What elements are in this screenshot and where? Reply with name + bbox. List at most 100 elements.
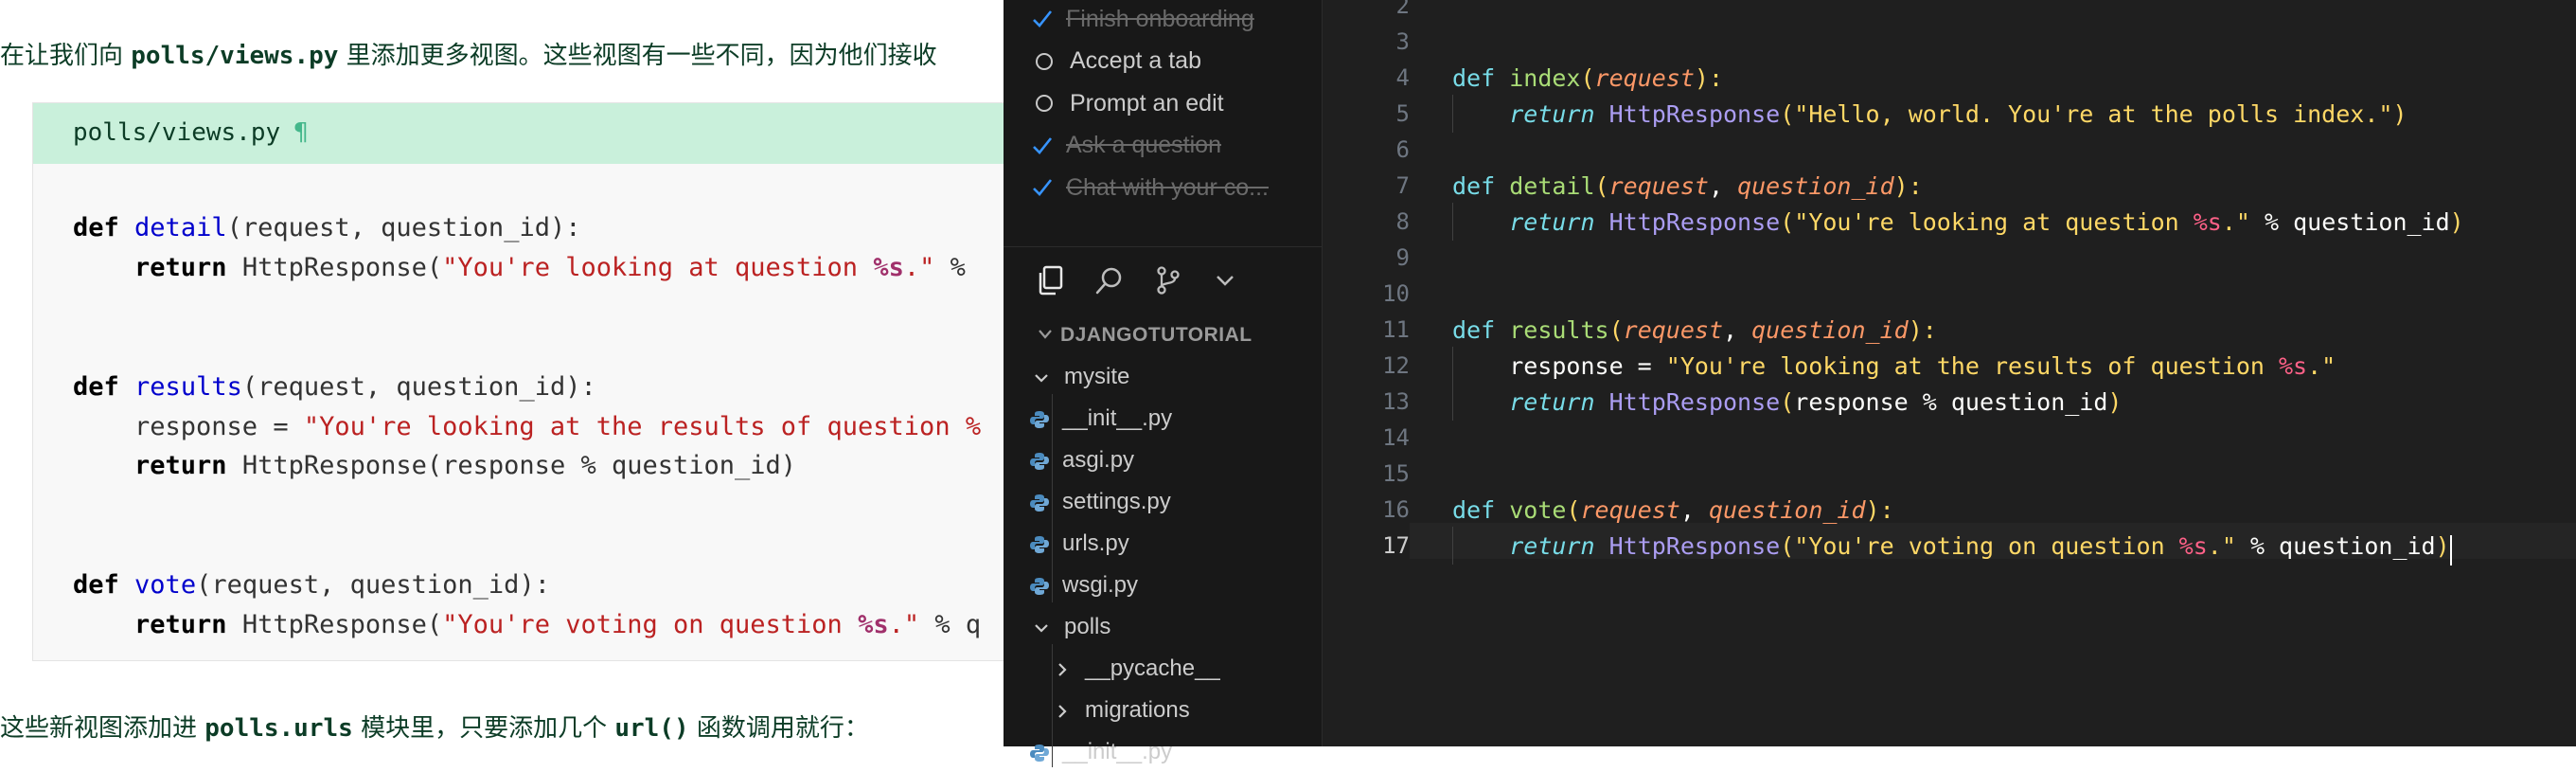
- editor-code-line: def vote(request, question_id):: [1452, 496, 1894, 524]
- editor-code-line: return HttpResponse("Hello, world. You'r…: [1509, 100, 2407, 128]
- task-label: Finish onboarding: [1066, 5, 1254, 32]
- folder-item[interactable]: mysite: [1032, 357, 1129, 397]
- tree-item-label: __pycache__: [1085, 655, 1220, 681]
- tree-indent-guide: [1052, 644, 1053, 767]
- file-item[interactable]: urls.py: [1030, 524, 1129, 564]
- doc-code-line: def detail(request, question_id):: [73, 213, 581, 242]
- task-label: Accept a tab: [1070, 47, 1201, 74]
- line-number: 5: [1395, 100, 1410, 127]
- sidebar: Finish onboarding Accept a tab Prompt an e…: [1004, 0, 1323, 767]
- tree-item-label: settings.py: [1062, 489, 1171, 514]
- editor-code-line: return HttpResponse("You're voting on qu…: [1509, 532, 2450, 560]
- python-file-icon: [1030, 451, 1049, 470]
- code-block: polls/views.py ¶ def detail(request, ques…: [32, 102, 1004, 661]
- circle-icon: [1036, 95, 1053, 112]
- tree-item-label: mysite: [1064, 364, 1130, 389]
- permalink-pilcrow[interactable]: ¶: [293, 118, 309, 147]
- doc-code-line: def vote(request, question_id):: [73, 570, 550, 601]
- chevron-down-icon: [1032, 618, 1051, 637]
- editor-code-line: return HttpResponse(response % question_…: [1509, 388, 2123, 416]
- tree-item-label: __init__.py: [1062, 739, 1173, 764]
- line-number: 13: [1382, 388, 1410, 415]
- python-file-icon: [1030, 409, 1049, 428]
- task-label: Chat with your co...: [1066, 173, 1269, 201]
- explorer-section-header[interactable]: DJANGOTUTORIAL: [1038, 324, 1252, 347]
- indent-guide: [1452, 527, 1453, 565]
- editor-code-line: def detail(request, question_id):: [1452, 172, 1923, 200]
- chevron-down-icon: [1032, 368, 1051, 386]
- tree-item-label: urls.py: [1062, 530, 1129, 556]
- indent-guide: [1452, 95, 1453, 133]
- line-number: 15: [1382, 460, 1410, 487]
- doc-code-line: return HttpResponse("You're voting on qu…: [134, 610, 982, 639]
- checkmark-icon: [1032, 135, 1053, 156]
- task-label: Ask a question: [1066, 132, 1221, 158]
- python-file-icon: [1030, 493, 1049, 512]
- tree-item-label: __init__.py: [1062, 405, 1173, 431]
- line-number: 4: [1395, 64, 1410, 91]
- task-label: Prompt an edit: [1070, 89, 1224, 117]
- tree-item-label: wsgi.py: [1062, 572, 1139, 598]
- doc-intro-paragraph: 在让我们向 polls/views.py 里添加更多视图。这些视图有一些不同，因…: [0, 42, 937, 70]
- onboarding-task[interactable]: Ask a question: [1032, 129, 1221, 163]
- folder-item[interactable]: migrations: [1053, 691, 1190, 730]
- indent-guide: [1452, 347, 1453, 421]
- file-item[interactable]: wsgi.py: [1030, 566, 1138, 605]
- checkmark-icon: [1032, 9, 1053, 29]
- onboarding-task[interactable]: Chat with your co...: [1032, 171, 1269, 205]
- line-number: 17: [1382, 532, 1410, 559]
- code-block-header: polls/views.py ¶: [33, 103, 1004, 164]
- line-number: 2: [1395, 0, 1410, 19]
- text-cursor: [2449, 535, 2452, 566]
- indent-guide: [1452, 203, 1453, 241]
- file-item[interactable]: asgi.py: [1030, 440, 1134, 480]
- sidebar-divider: [1004, 246, 1322, 247]
- doc-code-line: return HttpResponse("You're looking at q…: [134, 252, 982, 282]
- inline-code-url: url(): [614, 714, 689, 743]
- line-number: 10: [1382, 280, 1410, 307]
- chevron-right-icon: [1053, 701, 1072, 720]
- tree-item-label: migrations: [1085, 697, 1190, 723]
- folder-item[interactable]: __pycache__: [1053, 649, 1220, 689]
- line-number: 8: [1395, 208, 1410, 235]
- tree-indent-guide: [1052, 394, 1053, 602]
- inline-code-views: polls/views.py: [131, 42, 339, 70]
- doc-code-line: response = "You're looking at the result…: [73, 411, 982, 441]
- explorer-icon[interactable]: [1032, 261, 1070, 299]
- editor-code-line: return HttpResponse("You're looking at q…: [1509, 208, 2464, 236]
- chevron-down-icon[interactable]: [1206, 261, 1244, 299]
- line-number: 12: [1382, 352, 1410, 379]
- source-control-icon[interactable]: [1149, 261, 1187, 299]
- line-number: 3: [1395, 28, 1410, 55]
- python-file-icon: [1030, 743, 1049, 762]
- line-number: 11: [1382, 316, 1410, 343]
- onboarding-task[interactable]: Accept a tab: [1032, 45, 1201, 79]
- editor-code-line: def index(request):: [1452, 64, 1724, 92]
- onboarding-task[interactable]: Finish onboarding: [1032, 2, 1254, 36]
- ide-window: Finish onboarding Accept a tab Prompt an e…: [1004, 0, 2576, 767]
- search-icon[interactable]: [1091, 261, 1128, 299]
- tree-item-label: polls: [1064, 614, 1111, 639]
- chevron-down-icon: [1038, 324, 1053, 347]
- line-number: 7: [1395, 172, 1410, 199]
- doc-outro-paragraph: 这些新视图添加进 polls.urls 模块里，只要添加几个 url() 函数调…: [0, 714, 869, 743]
- editor-code-line: def results(request, question_id):: [1452, 316, 1937, 344]
- code-editor[interactable]: 2 3 4 def index(request): 5 return HttpRespo…: [1323, 0, 2576, 746]
- checkmark-icon: [1032, 177, 1053, 198]
- python-file-icon: [1030, 534, 1049, 553]
- line-number: 14: [1382, 424, 1410, 451]
- line-number: 9: [1395, 244, 1410, 271]
- documentation-page: 在让我们向 polls/views.py 里添加更多视图。这些视图有一些不同，因…: [0, 0, 1004, 746]
- chevron-right-icon: [1053, 659, 1072, 678]
- inline-code-polls-urls: polls.urls: [204, 714, 353, 743]
- line-number: 6: [1395, 136, 1410, 163]
- doc-code-line: def results(request, question_id):: [73, 371, 596, 402]
- tree-item-label: asgi.py: [1062, 447, 1135, 473]
- circle-icon: [1036, 52, 1053, 70]
- python-file-icon: [1030, 576, 1049, 595]
- doc-code-line: return HttpResponse(response % question_…: [134, 451, 797, 481]
- onboarding-task[interactable]: Prompt an edit: [1032, 86, 1224, 120]
- line-number: 16: [1382, 496, 1410, 523]
- folder-item[interactable]: polls: [1032, 607, 1110, 647]
- editor-code-line: response = "You're looking at the result…: [1452, 352, 2336, 380]
